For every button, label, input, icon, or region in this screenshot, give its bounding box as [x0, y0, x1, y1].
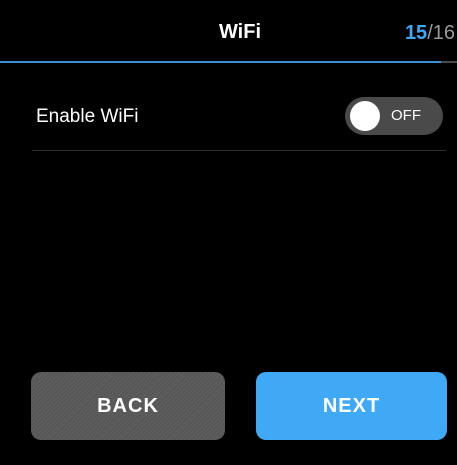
header-divider-end [441, 61, 457, 63]
page-counter: 15/16 [405, 21, 455, 45]
header-divider [0, 61, 457, 63]
header: WiFi 15/16 [0, 0, 457, 63]
page-current: 15 [404, 22, 428, 44]
setting-label: Enable WiFi [36, 106, 139, 127]
toggle-knob [350, 101, 380, 131]
wifi-toggle[interactable]: OFF [345, 97, 443, 135]
back-button[interactable]: BACK [31, 372, 225, 440]
next-button[interactable]: NEXT [256, 372, 447, 440]
page-total: 16 [432, 22, 455, 44]
toggle-state-label: OFF [391, 107, 421, 124]
page-title: WiFi [218, 21, 262, 43]
wifi-setup-screen: WiFi 15/16 Enable WiFi OFF BACK NEXT [0, 0, 457, 465]
setting-row-enable-wifi: Enable WiFi OFF [32, 85, 446, 151]
